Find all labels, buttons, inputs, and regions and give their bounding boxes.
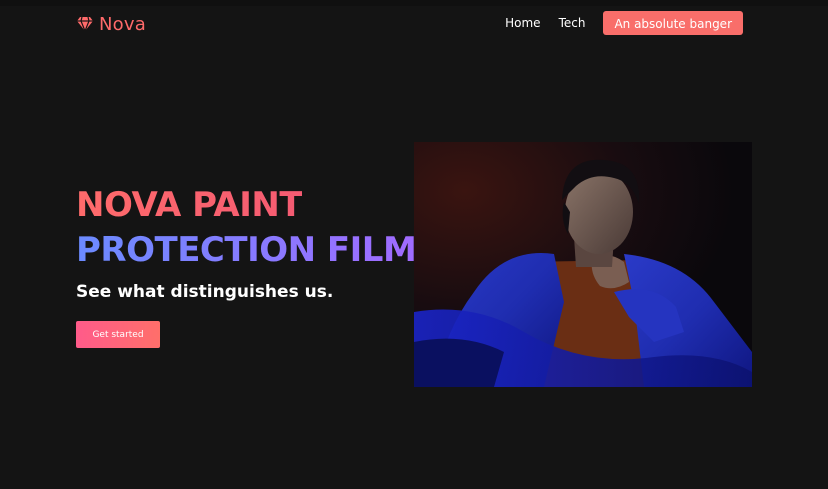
navbar: Nova Home Tech An absolute banger [0,6,828,46]
brand-name: Nova [99,13,146,35]
hero-photo-illustration [414,142,752,387]
hero-title-line-1: NOVA PAINT [76,185,303,225]
hero-title-line-2: PROTECTION FILM [76,230,417,270]
brand-logo[interactable]: Nova [76,12,146,36]
hero-subtitle: See what distinguishes us. [76,282,334,302]
nav-cta-button[interactable]: An absolute banger [603,11,743,35]
nav-links: Home Tech An absolute banger [505,11,743,35]
gem-icon [76,16,94,32]
hero-image [414,142,752,387]
nav-link-tech[interactable]: Tech [559,16,586,30]
nav-link-home[interactable]: Home [505,16,540,30]
get-started-button[interactable]: Get started [76,321,160,348]
